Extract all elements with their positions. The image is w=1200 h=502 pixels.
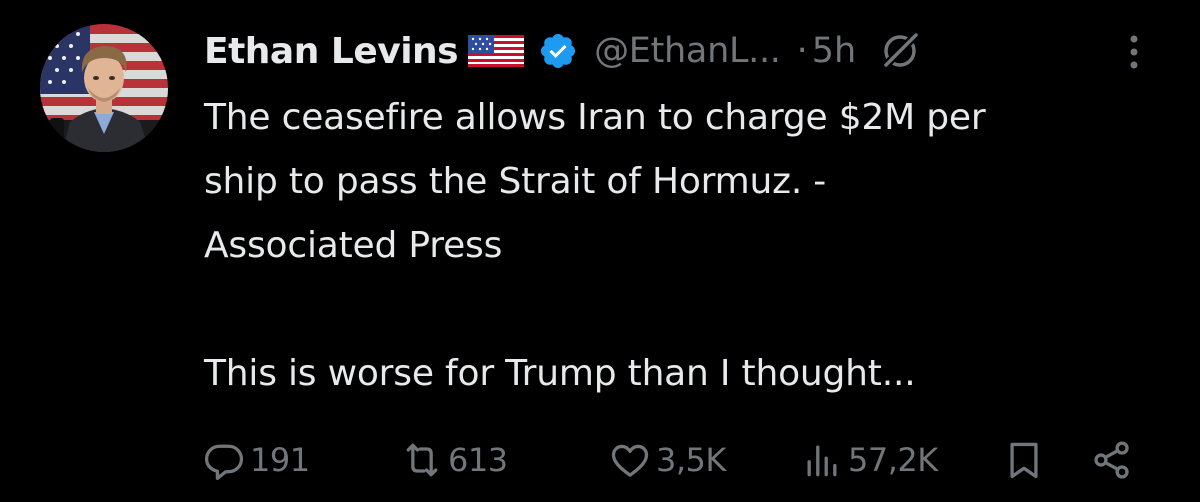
bookmark-icon xyxy=(1002,438,1046,482)
views-icon xyxy=(800,438,844,482)
reply-icon xyxy=(202,438,246,482)
tweet-header: Ethan Levins @EthanL... · 5h xyxy=(204,26,922,76)
repost-button[interactable]: 613 xyxy=(400,432,508,488)
tweet-text: The ceasefire allows Iran to charge $2M … xyxy=(204,86,1184,406)
views-count: 57,2K xyxy=(848,441,938,479)
repost-icon xyxy=(400,438,444,482)
reply-count: 191 xyxy=(250,441,310,479)
author-name[interactable]: Ethan Levins xyxy=(204,31,459,72)
timestamp[interactable]: 5h xyxy=(812,31,856,71)
us-flag-icon xyxy=(468,31,525,71)
repost-count: 613 xyxy=(448,441,508,479)
like-icon xyxy=(608,438,652,482)
views-button[interactable]: 57,2K xyxy=(800,432,938,488)
tweet-paragraph: The ceasefire allows Iran to charge $2M … xyxy=(204,97,986,266)
like-button[interactable]: 3,5K xyxy=(608,432,726,488)
separator-dot: · xyxy=(796,31,808,71)
share-icon xyxy=(1090,438,1134,482)
verified-badge-icon[interactable] xyxy=(538,31,578,71)
more-icon[interactable] xyxy=(1124,30,1144,74)
share-button[interactable] xyxy=(1090,432,1134,488)
reply-button[interactable]: 191 xyxy=(202,432,310,488)
bookmark-button[interactable] xyxy=(1002,432,1046,488)
author-handle[interactable]: @EthanL... xyxy=(594,31,781,71)
like-count: 3,5K xyxy=(656,441,726,479)
action-bar: 191 613 3,5K 57,2K xyxy=(0,432,1200,488)
grok-icon[interactable] xyxy=(878,29,922,73)
tweet-paragraph: This is worse for Trump than I thought..… xyxy=(204,353,916,394)
avatar[interactable] xyxy=(40,24,168,152)
